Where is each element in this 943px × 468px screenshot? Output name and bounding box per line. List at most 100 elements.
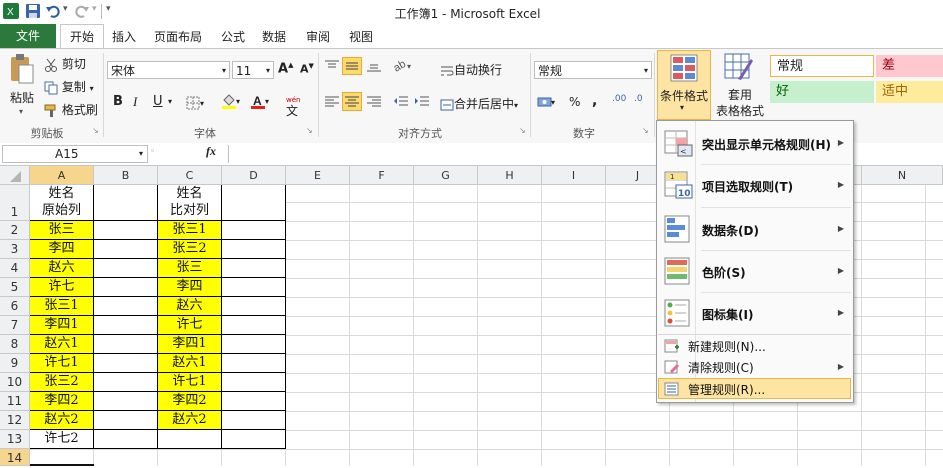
row-header[interactable]: 6: [0, 297, 30, 316]
fill-color-button[interactable]: ▾: [222, 93, 240, 109]
underline-button[interactable]: U: [153, 94, 163, 109]
font-color-button[interactable]: A ▾: [251, 93, 269, 109]
cell-A9[interactable]: 许七1: [30, 354, 94, 373]
align-bottom-icon[interactable]: [366, 59, 382, 76]
cell-A4[interactable]: 赵六: [30, 259, 94, 278]
chevron-down-icon[interactable]: ▾: [266, 62, 270, 80]
chevron-down-icon[interactable]: ▾: [551, 98, 555, 107]
cell-B11[interactable]: [94, 392, 158, 411]
chevron-down-icon[interactable]: ▾: [265, 97, 269, 106]
select-all-corner[interactable]: [0, 166, 30, 185]
menu-item-highlight-cells-rules[interactable]: < 突出显示单元格规则(H) ▶: [658, 123, 852, 163]
bold-button[interactable]: B: [113, 94, 123, 109]
column-header[interactable]: H: [478, 166, 542, 185]
style-neutral[interactable]: 适中: [876, 81, 943, 103]
cell-B6[interactable]: [94, 297, 158, 316]
align-top-icon[interactable]: [324, 59, 340, 76]
row-header[interactable]: 14: [0, 449, 30, 466]
menu-item-manage-rules[interactable]: 管理规则(R)...: [658, 378, 851, 399]
style-bad[interactable]: 差: [876, 55, 943, 77]
cell-A12[interactable]: 赵六2: [30, 411, 94, 430]
cell-D5[interactable]: [222, 278, 286, 297]
font-launcher-icon[interactable]: ↘: [306, 126, 313, 135]
cell-A7[interactable]: 李四1: [30, 316, 94, 335]
row-header[interactable]: 1: [0, 185, 30, 221]
accounting-format-button[interactable]: ▾: [537, 94, 555, 109]
menu-item-clear-rules[interactable]: 清除规则(C) ▶: [658, 357, 852, 377]
borders-button[interactable]: ▾: [186, 95, 204, 110]
alignment-launcher-icon[interactable]: ↘: [519, 126, 526, 135]
merge-center-button[interactable]: 合并后居中▾: [440, 95, 518, 112]
cell-B10[interactable]: [94, 373, 158, 392]
cell-A3[interactable]: 李四: [30, 240, 94, 259]
cell-A8[interactable]: 赵六1: [30, 335, 94, 354]
column-header[interactable]: F: [350, 166, 414, 185]
cell-C13[interactable]: [158, 430, 222, 449]
row-header[interactable]: 10: [0, 373, 30, 392]
column-header[interactable]: N: [862, 166, 943, 185]
cell-C3[interactable]: 张三2: [158, 240, 222, 259]
increase-decimal-button[interactable]: .00: [612, 94, 626, 104]
cell-D9[interactable]: [222, 354, 286, 373]
column-header[interactable]: A: [30, 166, 94, 185]
cell-D2[interactable]: [222, 221, 286, 240]
font-name-box[interactable]: 宋体 ▾: [107, 61, 230, 79]
cut-button[interactable]: 剪切: [44, 55, 86, 72]
row-header[interactable]: 11: [0, 392, 30, 411]
row-header[interactable]: 2: [0, 221, 30, 240]
chevron-down-icon[interactable]: ▾: [236, 97, 240, 106]
column-header[interactable]: I: [542, 166, 606, 185]
copy-dropdown-icon[interactable]: ▾: [90, 84, 94, 93]
column-header[interactable]: D: [222, 166, 286, 185]
tab-file[interactable]: 文件: [0, 24, 56, 48]
cell-A13[interactable]: 许七2: [30, 430, 94, 449]
cell-C6[interactable]: 赵六: [158, 297, 222, 316]
cell-B3[interactable]: [94, 240, 158, 259]
cell-C8[interactable]: 李四1: [158, 335, 222, 354]
grow-font-button[interactable]: A▲: [278, 61, 293, 76]
decrease-decimal-button[interactable]: .0: [634, 94, 643, 104]
column-header[interactable]: B: [94, 166, 158, 185]
cell-B13[interactable]: [94, 430, 158, 449]
column-header[interactable]: G: [414, 166, 478, 185]
menu-item-new-rule[interactable]: 新建规则(N)...: [658, 336, 852, 356]
formula-bar-resize-icon[interactable]: ◦: [150, 147, 155, 157]
number-format-box[interactable]: 常规 ▾: [534, 61, 652, 79]
tab-view[interactable]: 视图: [349, 28, 373, 45]
cell-A1[interactable]: 姓名 原始列: [30, 185, 94, 221]
cell-B12[interactable]: [94, 411, 158, 430]
percent-button[interactable]: %: [569, 95, 580, 109]
number-launcher-icon[interactable]: ↘: [642, 126, 649, 135]
style-normal[interactable]: 常规: [770, 55, 874, 77]
clipboard-launcher-icon[interactable]: ↘: [92, 126, 99, 135]
phonetic-button[interactable]: wén 文: [286, 91, 308, 117]
cell-C11[interactable]: 李四2: [158, 392, 222, 411]
cell-C7[interactable]: 许七: [158, 316, 222, 335]
paste-dropdown-icon[interactable]: ▾: [19, 107, 23, 116]
cell-D11[interactable]: [222, 392, 286, 411]
tab-review[interactable]: 审阅: [306, 28, 330, 45]
cell-C4[interactable]: 张三: [158, 259, 222, 278]
row-header[interactable]: 8: [0, 335, 30, 354]
tab-home[interactable]: 开始: [60, 24, 104, 49]
cell-C5[interactable]: 李四: [158, 278, 222, 297]
align-left-icon[interactable]: [324, 95, 340, 112]
tab-insert[interactable]: 插入: [112, 28, 136, 45]
name-box[interactable]: A15 ▾: [2, 145, 148, 163]
cell-A6[interactable]: 张三1: [30, 297, 94, 316]
align-middle-icon[interactable]: [342, 57, 362, 75]
tab-data[interactable]: 数据: [262, 28, 286, 45]
cell-B4[interactable]: [94, 259, 158, 278]
cell-D4[interactable]: [222, 259, 286, 278]
chevron-down-icon[interactable]: ▾: [514, 101, 518, 110]
align-right-icon[interactable]: [366, 95, 382, 112]
cell-C2[interactable]: 张三1: [158, 221, 222, 240]
menu-item-icon-sets[interactable]: 图标集(I) ▶: [658, 293, 852, 333]
cell-B2[interactable]: [94, 221, 158, 240]
shrink-font-button[interactable]: A▼: [300, 62, 314, 76]
column-header[interactable]: C: [158, 166, 222, 185]
italic-button[interactable]: I: [133, 94, 137, 110]
format-painter-button[interactable]: 格式刷: [44, 101, 98, 118]
format-as-table-button[interactable]: 套用 表格格式: [716, 50, 766, 120]
insert-function-button[interactable]: fx: [206, 144, 216, 159]
